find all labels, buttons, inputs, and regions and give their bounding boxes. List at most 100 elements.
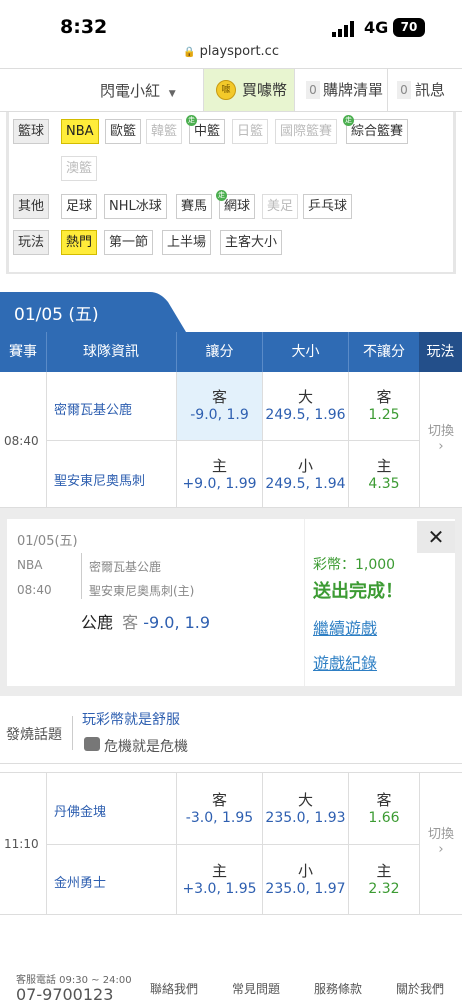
popup-league: NBA <box>17 558 43 572</box>
switch-button[interactable]: 切換 › <box>421 823 461 857</box>
away-spread-cell[interactable]: 客 -9.0, 1.9 <box>177 372 262 440</box>
away-spread-cell[interactable]: 客 -3.0, 1.95 <box>177 773 262 844</box>
footer: 客服電話 09:30 ~ 24:00 07-9700123 聯絡我們 常見問題 … <box>0 960 462 1004</box>
home-total-cell[interactable]: 小 249.5, 1.94 <box>263 441 348 507</box>
odds-value: 4.35 <box>368 476 400 492</box>
messages-button[interactable]: 0 訊息 <box>389 69 462 111</box>
date-label: 01/05 (五) <box>14 305 99 325</box>
pick-team: 公鹿 <box>81 613 114 632</box>
network-label: 4G <box>364 18 389 37</box>
switch-button[interactable]: 切換 › <box>421 420 461 454</box>
away-moneyline-cell[interactable]: 客 1.66 <box>349 773 419 844</box>
side-label: 客 <box>376 388 392 406</box>
clock: 8:32 <box>60 16 108 38</box>
game-row: 08:40 密爾瓦基公鹿 聖安東尼奧馬刺 客 -9.0, 1.9 大 249.5… <box>0 372 462 508</box>
category-play: 玩法 <box>13 230 50 255</box>
side-label: 客 <box>376 791 392 809</box>
footer-link-terms[interactable]: 服務條款 <box>314 980 362 997</box>
table-header: 賽事 球隊資訊 讓分 大小 不讓分 玩法 <box>0 332 462 372</box>
play-first-half[interactable]: 上半場 <box>162 230 212 255</box>
lock-icon: 🔒 <box>183 47 196 58</box>
league-japan[interactable]: 日籃 <box>232 119 269 144</box>
cart-button[interactable]: 0 購牌清單 <box>296 69 388 111</box>
user-menu[interactable]: 閃電小紅 ▼ <box>100 69 176 113</box>
odds-value: +9.0, 1.99 <box>182 476 257 492</box>
url-bar[interactable]: 🔒 playsport.cc <box>0 44 462 59</box>
footer-link-faq[interactable]: 常見問題 <box>232 980 280 997</box>
pick-side: 客 <box>122 613 139 632</box>
odds-value: 235.0, 1.97 <box>265 881 346 897</box>
game-row: 11:10 丹佛金塊 金州勇士 客 -3.0, 1.95 大 235.0, 1.… <box>0 772 462 915</box>
hot-topic-title[interactable]: 玩彩幣就是舒服 <box>82 709 180 729</box>
odds-value: -3.0, 1.95 <box>185 810 254 826</box>
side-label: 客 <box>211 791 227 809</box>
side-label: 客 <box>211 388 227 406</box>
col-moneyline: 不讓分 <box>363 344 405 360</box>
continue-link[interactable]: 繼續遊戲 <box>313 615 377 639</box>
home-team[interactable]: 金州勇士 <box>54 872 106 891</box>
sport-hockey[interactable]: NHL冰球 <box>104 194 167 219</box>
sport-football[interactable]: 美足 <box>262 194 299 219</box>
buy-coins-button[interactable]: 噱 買噱幣 <box>203 69 295 111</box>
league-intl[interactable]: 國際籃賽 <box>275 119 338 144</box>
chevron-right-icon: › <box>438 439 444 454</box>
league-nba[interactable]: NBA <box>61 119 99 144</box>
odds-value: -9.0, 1.9 <box>190 407 249 423</box>
sport-soccer[interactable]: 足球 <box>61 194 98 219</box>
history-link[interactable]: 遊戲紀錄 <box>313 650 377 674</box>
footer-link-about[interactable]: 關於我們 <box>396 980 444 997</box>
away-team[interactable]: 丹佛金塊 <box>54 801 106 820</box>
sport-table-tennis[interactable]: 乒乓球 <box>303 194 353 219</box>
col-total: 大小 <box>291 344 320 360</box>
side-label: 主 <box>211 457 227 475</box>
footer-link-contact[interactable]: 聯絡我們 <box>150 980 198 997</box>
close-icon[interactable]: ✕ <box>417 521 455 553</box>
home-total-cell[interactable]: 小 235.0, 1.97 <box>263 845 348 914</box>
play-hot[interactable]: 熱門 <box>61 230 98 255</box>
coin-icon: 噱 <box>216 80 236 100</box>
side-label: 小 <box>297 457 313 475</box>
league-korea[interactable]: 韓籃 <box>146 119 183 144</box>
side-label: 主 <box>211 862 227 880</box>
cart-count: 0 <box>306 81 320 99</box>
away-total-cell[interactable]: 大 249.5, 1.96 <box>263 372 348 440</box>
play-home-away-total[interactable]: 主客大小 <box>220 230 283 255</box>
side-label: 小 <box>297 862 313 880</box>
away-team[interactable]: 密爾瓦基公鹿 <box>54 399 132 418</box>
odds-value: +3.0, 1.95 <box>182 881 257 897</box>
service-phone[interactable]: 07-9700123 <box>16 985 113 1004</box>
game-time: 11:10 <box>4 837 39 851</box>
odds-value: 1.66 <box>368 810 400 826</box>
side-label: 大 <box>297 791 313 809</box>
side-label: 主 <box>376 862 392 880</box>
league-australia[interactable]: 澳籃 <box>61 156 98 181</box>
top-nav: 閃電小紅 ▼ 噱 買噱幣 0 購牌清單 0 訊息 <box>0 68 462 112</box>
live-badge-icon: 走 <box>343 115 354 126</box>
home-team[interactable]: 聖安東尼奧馬刺 <box>54 470 145 489</box>
side-label: 大 <box>297 388 313 406</box>
league-mixed[interactable]: 綜合籃賽 <box>346 119 409 144</box>
category-other: 其他 <box>13 194 50 219</box>
pick-value: -9.0, 1.9 <box>143 613 211 632</box>
odds-value: 235.0, 1.93 <box>265 810 346 826</box>
play-first-quarter[interactable]: 第一節 <box>104 230 154 255</box>
url-text: playsport.cc <box>199 44 279 59</box>
odds-value: 249.5, 1.94 <box>265 476 346 492</box>
messages-label: 訊息 <box>415 81 446 99</box>
home-spread-cell[interactable]: 主 +3.0, 1.95 <box>177 845 262 914</box>
home-moneyline-cell[interactable]: 主 2.32 <box>349 845 419 914</box>
battery-icon: 70 <box>393 18 425 37</box>
hot-topic-label: 發燒話題 <box>6 727 62 743</box>
league-euro[interactable]: 歐籃 <box>105 119 142 144</box>
side-label: 主 <box>376 457 392 475</box>
sport-horse[interactable]: 賽馬 <box>176 194 213 219</box>
home-moneyline-cell[interactable]: 主 4.35 <box>349 441 419 507</box>
popup-time: 08:40 <box>17 583 52 597</box>
hot-topic-sub[interactable]: 危機就是危機 <box>104 736 188 756</box>
popup-team2: 聖安東尼奧馬刺(主) <box>89 584 195 598</box>
away-total-cell[interactable]: 大 235.0, 1.93 <box>263 773 348 844</box>
away-moneyline-cell[interactable]: 客 1.25 <box>349 372 419 440</box>
odds-value: 2.32 <box>368 881 400 897</box>
home-spread-cell[interactable]: 主 +9.0, 1.99 <box>177 441 262 507</box>
col-team: 球隊資訊 <box>83 344 139 360</box>
